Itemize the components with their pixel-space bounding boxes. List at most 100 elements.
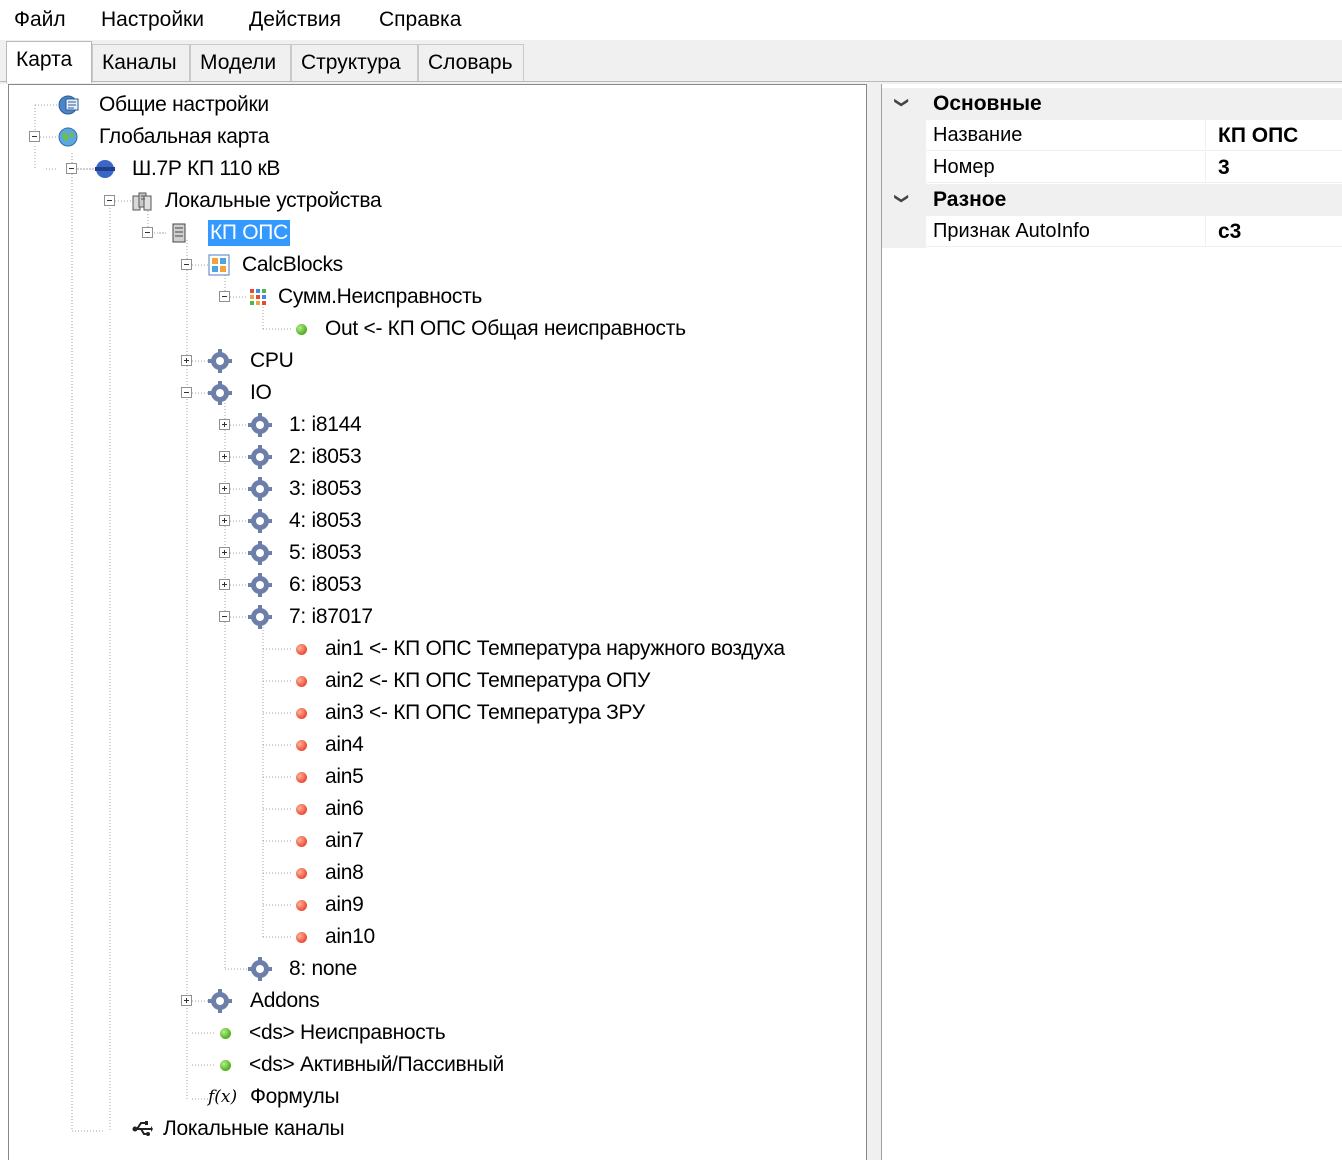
expand-toggle[interactable] (219, 451, 230, 462)
tree-node-summ-fault[interactable]: Сумм.Неисправность (247, 282, 484, 312)
tree-node-general-settings[interactable]: Общие настройки (57, 90, 271, 120)
tree-node-ain[interactable]: ain6 (323, 794, 366, 824)
tree-node-ain[interactable]: ain7 (323, 826, 366, 856)
tree-node-module[interactable]: 7: i87017 (248, 602, 375, 632)
expand-toggle[interactable] (219, 547, 230, 558)
tree-node-ain[interactable]: ain10 (323, 922, 377, 952)
expand-toggle[interactable] (181, 355, 192, 366)
menu-settings[interactable]: Настройки (101, 8, 204, 32)
expand-toggle[interactable] (219, 579, 230, 590)
tree-label: ain8 (325, 861, 364, 884)
tree-node-module[interactable]: 6: i8053 (248, 570, 363, 600)
tree-node-ain[interactable]: ain3 <- КП ОПС Температура ЗРУ (323, 698, 647, 728)
gear-icon (248, 509, 272, 533)
tree-node-module[interactable]: 4: i8053 (248, 506, 363, 536)
expand-toggle[interactable] (219, 515, 230, 526)
collapse-toggle[interactable] (181, 387, 192, 398)
calcblocks-icon (208, 254, 230, 276)
tab-map[interactable]: Карта (6, 41, 92, 83)
tree-label: <ds> Активный/Пассивный (249, 1053, 504, 1076)
gear-icon (248, 413, 272, 437)
tree-label: ain4 (325, 733, 364, 756)
property-row-name[interactable]: Название КП ОПС (882, 120, 1342, 152)
menu-file[interactable]: Файл (14, 8, 66, 32)
collapse-toggle[interactable] (104, 195, 115, 206)
tree-node-module[interactable]: 3: i8053 (248, 474, 363, 504)
tree-label: 8: none (289, 957, 357, 980)
tree-label: ain2 <- КП ОПС Температура ОПУ (325, 669, 651, 692)
property-name: Название (926, 120, 1206, 151)
expand-toggle[interactable] (219, 419, 230, 430)
tree-node-local-channels[interactable]: Локальные каналы (131, 1114, 346, 1144)
status-error-icon (296, 708, 307, 719)
tree-node-global-map[interactable]: Глобальная карта (57, 122, 271, 152)
category-label: Разное (933, 188, 1007, 211)
panel-splitter[interactable] (867, 84, 882, 1160)
collapse-toggle[interactable] (66, 163, 77, 174)
expand-toggle[interactable] (219, 483, 230, 494)
category-misc[interactable]: ❯ Разное (882, 184, 1342, 216)
expand-toggle[interactable] (181, 995, 192, 1006)
tree-node-module[interactable]: 1: i8144 (248, 410, 363, 440)
collapse-toggle[interactable] (219, 611, 230, 622)
tree-label: 1: i8144 (289, 413, 362, 436)
status-error-icon (296, 804, 307, 815)
tree-label: CPU (250, 349, 294, 372)
property-value[interactable]: КП ОПС (1206, 120, 1342, 151)
collapse-toggle[interactable] (181, 259, 192, 270)
tree-label: Ш.7Р КП 110 кВ (132, 157, 281, 180)
property-row-number[interactable]: Номер 3 (882, 152, 1342, 184)
property-row-autoinfo[interactable]: Признак AutoInfo c3 (882, 216, 1342, 248)
menu-actions[interactable]: Действия (249, 8, 341, 32)
tree-label: ain7 (325, 829, 364, 852)
tree-node-ain[interactable]: ain1 <- КП ОПС Температура наружного воз… (323, 634, 787, 664)
tree-label: Out <- КП ОПС Общая неисправность (325, 317, 686, 340)
device-icon (172, 223, 186, 243)
tree-node-formulas[interactable]: f(x) Формулы (208, 1082, 341, 1112)
tree-node-addons[interactable]: Addons (208, 986, 321, 1016)
tab-dictionary[interactable]: Словарь (418, 44, 524, 82)
tree-node-io[interactable]: IO (208, 378, 274, 408)
tree-label: 5: i8053 (289, 541, 362, 564)
tab-channels[interactable]: Каналы (92, 44, 190, 82)
collapse-toggle[interactable] (219, 291, 230, 302)
tree-node-ain[interactable]: ain8 (323, 858, 366, 888)
property-value[interactable]: 3 (1206, 152, 1342, 183)
tree-label: ain6 (325, 797, 364, 820)
tree-node-ds-active[interactable]: <ds> Активный/Пассивный (247, 1050, 506, 1080)
map-tree[interactable]: Общие настройки Глобальная карта Ш.7Р КП… (8, 84, 867, 1160)
collapse-toggle[interactable] (142, 227, 153, 238)
status-error-icon (296, 676, 307, 687)
collapse-toggle[interactable] (29, 131, 40, 142)
tree-node-module[interactable]: 2: i8053 (248, 442, 363, 472)
tree-label: Addons (250, 989, 320, 1012)
tree-label: ain9 (325, 893, 364, 916)
tree-node-ain[interactable]: ain2 <- КП ОПС Температура ОПУ (323, 666, 652, 696)
tree-label: CalcBlocks (242, 253, 343, 276)
tree-label: 7: i87017 (289, 605, 373, 628)
chevron-down-icon[interactable]: ❯ (893, 97, 910, 109)
tree-node-module-8[interactable]: 8: none (248, 954, 359, 984)
tree-label: 2: i8053 (289, 445, 362, 468)
tab-structure[interactable]: Структура (291, 44, 418, 82)
menu-help[interactable]: Справка (379, 8, 461, 32)
tree-node-module[interactable]: 5: i8053 (248, 538, 363, 568)
tree-node-ain[interactable]: ain5 (323, 762, 366, 792)
tree-label: 4: i8053 (289, 509, 362, 532)
chevron-down-icon[interactable]: ❯ (893, 193, 910, 205)
tree-node-kp-ops[interactable]: КП ОПС (169, 218, 290, 248)
tab-models[interactable]: Модели (190, 44, 291, 82)
tree-node-station[interactable]: Ш.7Р КП 110 кВ (94, 154, 282, 184)
usb-icon (132, 1121, 153, 1136)
tree-node-local-devices[interactable]: Локальные устройства (131, 186, 383, 216)
tree-node-cpu[interactable]: CPU (208, 346, 295, 376)
status-ok-icon (220, 1028, 231, 1039)
tree-node-out-signal[interactable]: Out <- КП ОПС Общая неисправность (323, 314, 688, 344)
tree-node-ain[interactable]: ain9 (323, 890, 366, 920)
property-value[interactable]: c3 (1206, 216, 1342, 247)
tree-node-ds-fault[interactable]: <ds> Неисправность (247, 1018, 447, 1048)
category-main[interactable]: ❯ Основные (882, 88, 1342, 120)
tree-label: Локальные каналы (163, 1117, 345, 1140)
tree-node-calcblocks[interactable]: CalcBlocks (208, 250, 345, 280)
tree-node-ain[interactable]: ain4 (323, 730, 366, 760)
